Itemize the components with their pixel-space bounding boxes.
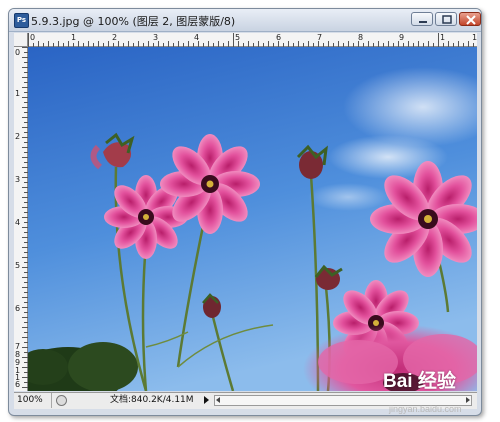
ruler-h-label: 1 [472,33,478,42]
photoshop-app-icon: Ps [14,13,29,28]
horizontal-ruler-ticks [28,33,474,47]
ruler-v-label: 5 [15,261,21,270]
ruler-v-label: 4 [15,218,21,227]
ruler-v-label: 3 [15,175,21,184]
ruler-h-label: 4 [194,33,200,42]
title-bar[interactable]: Ps 5.9.3.jpg @ 100% (图层 2, 图层蒙版/8) [9,9,481,32]
watermark-url: jingyan.baidu.com [389,404,462,414]
vertical-ruler[interactable]: 0 1 2 3 4 5 6 7 8 9 1 1 6 [14,47,28,391]
ruler-v-label: 6 [15,380,21,389]
horizontal-ruler[interactable]: 0 1 2 3 4 5 6 7 8 9 1 1 [28,33,477,47]
baidu-jingyan-logo: Bai 经验 [383,371,456,392]
ruler-h-label: 2 [112,33,118,42]
maximize-button[interactable] [435,12,457,26]
ruler-h-label: 7 [317,33,323,42]
maximize-icon [442,15,452,24]
zoom-level-field[interactable]: 100% [14,393,52,408]
ruler-v-label: 6 [15,304,21,313]
ruler-h-label: 0 [30,33,36,42]
scroll-left-icon[interactable] [216,397,220,403]
image-canvas[interactable] [28,47,477,391]
ruler-v-label: 1 [15,89,21,98]
status-arrow-icon[interactable] [204,396,209,404]
ruler-h-label: 1 [440,33,446,42]
minimize-button[interactable] [411,12,433,26]
ruler-origin[interactable] [14,33,28,47]
cosmos-flower [160,134,260,234]
watermark: Bai 经验 jingyan.baidu.com [383,366,493,418]
document-window: Ps 5.9.3.jpg @ 100% (图层 2, 图层蒙版/8) 0 1 2… [8,8,482,416]
minimize-icon [419,21,427,23]
status-menu-icon[interactable] [56,395,67,406]
document-size-info: 文档:840.2K/4.11M [110,395,194,405]
ruler-h-label: 5 [235,33,241,42]
ruler-h-label: 8 [358,33,364,42]
cosmos-flowers-photo [28,47,477,391]
ruler-h-label: 3 [153,33,159,42]
ruler-h-label: 6 [276,33,282,42]
ruler-h-label: 9 [399,33,405,42]
document-title: 5.9.3.jpg @ 100% (图层 2, 图层蒙版/8) [31,15,236,28]
ruler-h-label: 1 [71,33,77,42]
close-icon [466,15,476,25]
ruler-v-label: 2 [15,132,21,141]
close-button[interactable] [459,12,481,26]
ruler-v-label: 0 [15,48,21,57]
